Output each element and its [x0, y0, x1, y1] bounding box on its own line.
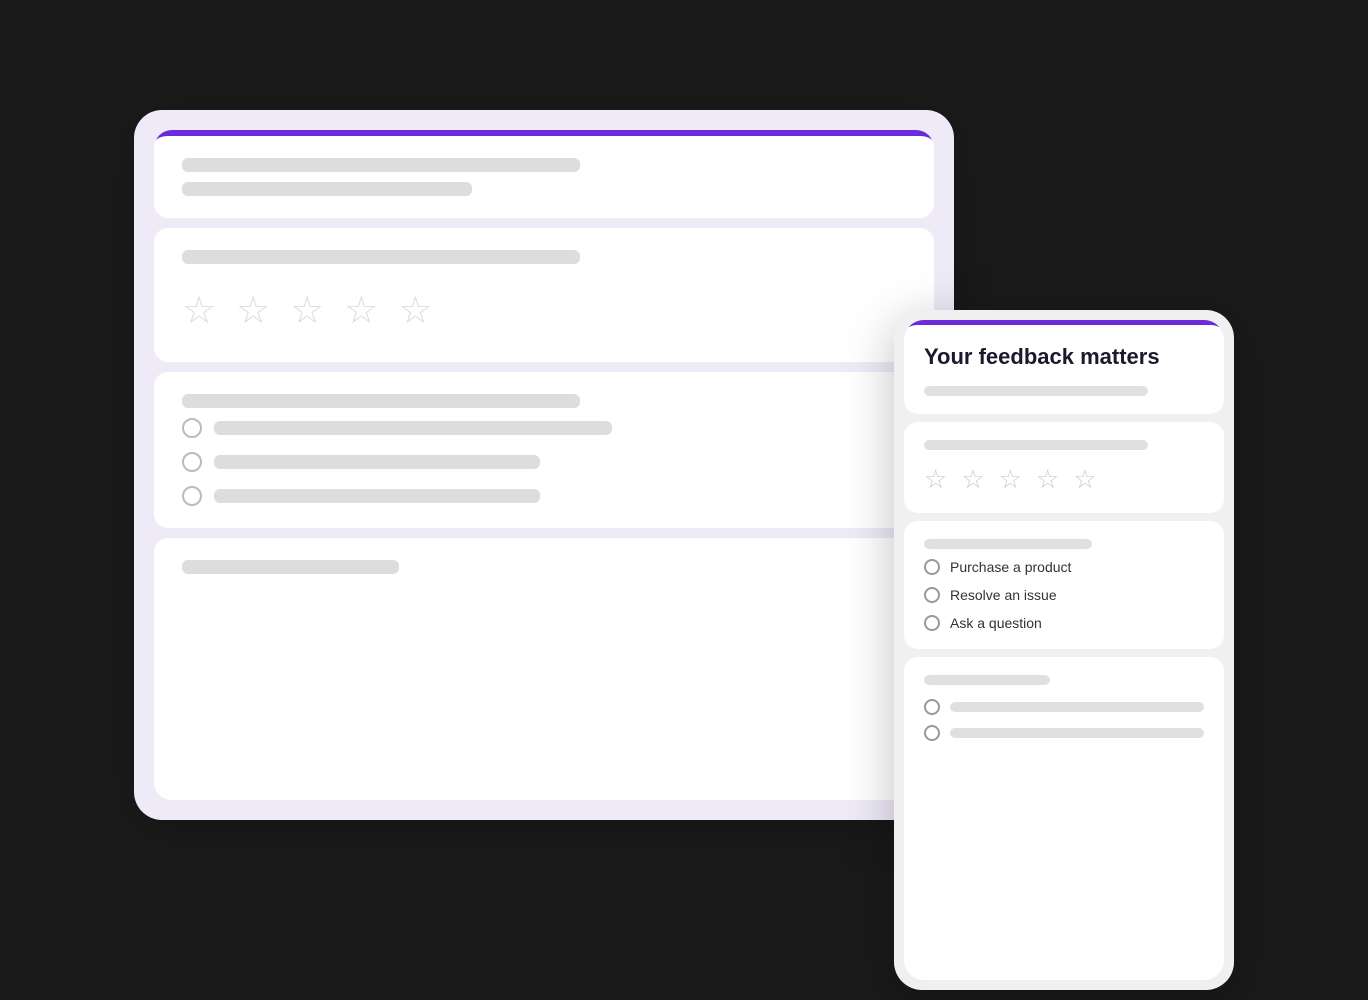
tablet-star-5[interactable]: ☆: [398, 292, 432, 330]
phone-options-card: Purchase a product Resolve an issue Ask …: [904, 521, 1224, 649]
phone-content: Your feedback matters ☆ ☆ ☆ ☆ ☆: [904, 320, 1224, 980]
tablet-star-4[interactable]: ☆: [344, 292, 378, 330]
phone-last-skel-2: [950, 728, 1204, 738]
phone-star-1[interactable]: ☆: [924, 464, 947, 495]
tablet-radio-label-3: [214, 489, 540, 503]
tablet-radio-3[interactable]: [182, 486, 202, 506]
phone-rating-skel: [924, 440, 1148, 450]
tablet-bottom-card: [154, 538, 934, 800]
tablet-radio-section: [182, 418, 906, 506]
phone-radio-resolve[interactable]: [924, 587, 940, 603]
phone-feedback-title: Your feedback matters: [924, 343, 1204, 372]
phone-option-label-question: Ask a question: [950, 615, 1042, 631]
phone-last-radio-2[interactable]: [924, 725, 940, 741]
phone-option-label-purchase: Purchase a product: [950, 559, 1071, 575]
tablet-radio-label-1: [214, 421, 612, 435]
phone-header-card: Your feedback matters: [904, 320, 1224, 414]
phone-option-row-3: Ask a question: [924, 615, 1204, 631]
tablet-radio-row-2: [182, 452, 906, 472]
phone-last-radio-row-2: [924, 725, 1204, 741]
tablet-radio-row-3: [182, 486, 906, 506]
phone-last-card: [904, 657, 1224, 980]
tablet-content: ☆ ☆ ☆ ☆ ☆: [154, 130, 934, 800]
phone-star-4[interactable]: ☆: [1036, 464, 1059, 495]
tablet-star-2[interactable]: ☆: [236, 292, 270, 330]
tablet-bottom-skel: [182, 560, 399, 574]
tablet-rating-skel: [182, 250, 580, 264]
tablet-header-card: [154, 130, 934, 218]
phone-options-skel: [924, 539, 1092, 549]
phone-stars-row: ☆ ☆ ☆ ☆ ☆: [924, 464, 1204, 495]
phone-options-list: Purchase a product Resolve an issue Ask …: [924, 559, 1204, 631]
phone-last-skel-title: [924, 675, 1050, 685]
tablet-star-3[interactable]: ☆: [290, 292, 324, 330]
tablet-radio-skel: [182, 394, 580, 408]
tablet-radio-1[interactable]: [182, 418, 202, 438]
phone-radio-question[interactable]: [924, 615, 940, 631]
tablet-radio-label-2: [214, 455, 540, 469]
phone-last-radio-row-1: [924, 699, 1204, 715]
tablet-skel-subtitle: [182, 182, 472, 196]
phone-option-label-resolve: Resolve an issue: [950, 587, 1057, 603]
tablet-stars-row: ☆ ☆ ☆ ☆ ☆: [182, 282, 906, 340]
phone-radio-purchase[interactable]: [924, 559, 940, 575]
tablet-device: ☆ ☆ ☆ ☆ ☆: [134, 110, 954, 820]
tablet-rating-card: ☆ ☆ ☆ ☆ ☆: [154, 228, 934, 362]
phone-option-row-1: Purchase a product: [924, 559, 1204, 575]
phone-star-2[interactable]: ☆: [961, 464, 984, 495]
tablet-radio-row-1: [182, 418, 906, 438]
tablet-radio-card: [154, 372, 934, 528]
tablet-skel-title: [182, 158, 580, 172]
phone-last-radio-1[interactable]: [924, 699, 940, 715]
phone-device: Your feedback matters ☆ ☆ ☆ ☆ ☆: [894, 310, 1234, 990]
tablet-radio-2[interactable]: [182, 452, 202, 472]
phone-last-skel-1: [950, 702, 1204, 712]
scene: ☆ ☆ ☆ ☆ ☆: [134, 110, 1234, 890]
phone-header-skel: [924, 386, 1148, 396]
phone-option-row-2: Resolve an issue: [924, 587, 1204, 603]
phone-star-5[interactable]: ☆: [1073, 464, 1096, 495]
phone-rating-card: ☆ ☆ ☆ ☆ ☆: [904, 422, 1224, 513]
phone-star-3[interactable]: ☆: [999, 464, 1022, 495]
tablet-star-1[interactable]: ☆: [182, 292, 216, 330]
